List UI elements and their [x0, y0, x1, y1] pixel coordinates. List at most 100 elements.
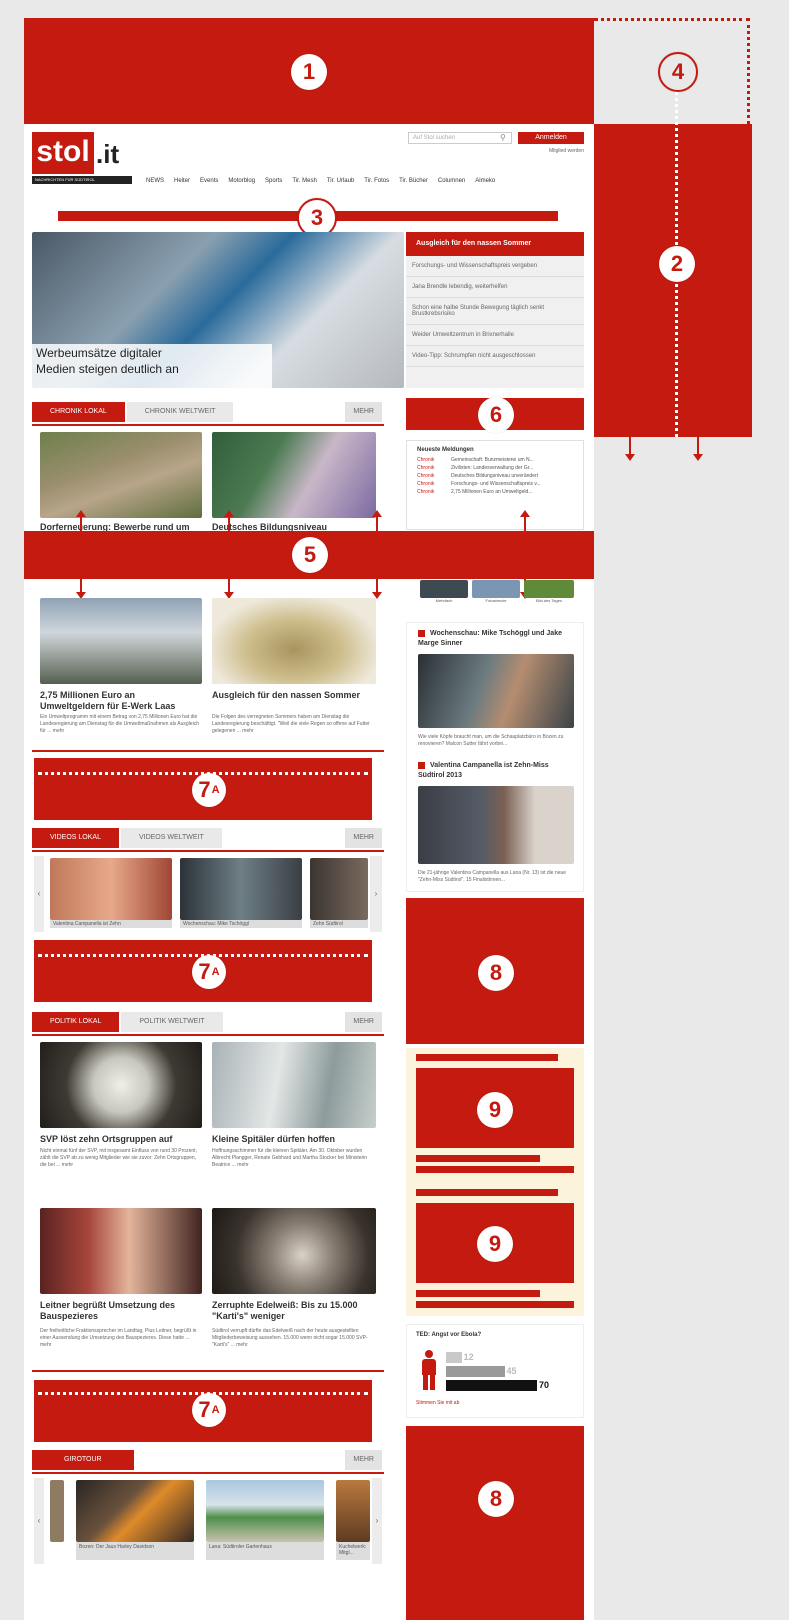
article-image[interactable] [212, 432, 376, 518]
article-image[interactable] [40, 432, 202, 518]
latest-text: Deutsches Bildungsniveau unverändert [451, 473, 538, 479]
video-label[interactable]: Zehn Südtirol [310, 920, 368, 928]
article-image[interactable] [212, 1208, 376, 1294]
article-headline[interactable]: Ausgleich für den nassen Sommer [212, 690, 376, 701]
sidebar-video-thumb[interactable] [418, 786, 574, 864]
nav-item[interactable]: Heiter [174, 178, 190, 184]
tab-videos-lokal[interactable]: VIDEOS LOKAL [32, 828, 119, 848]
giro-label[interactable]: Kuchelwerk: Mitgl... [336, 1542, 370, 1560]
carousel-prev-button[interactable]: ‹ [34, 1478, 44, 1564]
gallery-thumb[interactable] [472, 580, 520, 598]
nav-item[interactable]: Almeko [475, 178, 495, 184]
poll-value: 70 [539, 1380, 550, 1390]
poll-value: 12 [463, 1352, 474, 1362]
sidebar-video-thumb[interactable] [418, 654, 574, 728]
logo-tld: .it [96, 139, 120, 169]
marker-9: 9 [477, 1092, 513, 1128]
article-headline[interactable]: Leitner begrüßt Umsetzung des Bauspezier… [40, 1300, 202, 1322]
latest-row[interactable]: Chronik Gemeinschaft: Bunzmeisterei um N.… [417, 456, 573, 464]
gallery-label: Bild des Tages [536, 598, 562, 603]
hero-side-list: Forschungs- und Wissenschaftspreis verge… [406, 256, 584, 388]
nav-item[interactable]: Motorblog [228, 178, 255, 184]
video-thumb[interactable] [310, 858, 368, 920]
latest-row[interactable]: Chronik 2,75 Millionen Euro an Umweltgeld… [417, 488, 573, 496]
sponsored-bar [416, 1301, 574, 1308]
latest-row[interactable]: Chronik Zivilisten: Landesverwaltung der … [417, 464, 573, 472]
article-image[interactable] [212, 1042, 376, 1128]
hero-caption-line1[interactable]: Werbeumsätze digitaler [36, 346, 162, 360]
sponsored-bar [416, 1155, 540, 1162]
site-logo[interactable]: stol .it NACHRICHTEN FÜR SÜDTIROL [32, 132, 132, 184]
tab-politik-lokal[interactable]: POLITIK LOKAL [32, 1012, 120, 1032]
nav-item[interactable]: Columnen [438, 178, 465, 184]
video-thumb[interactable] [180, 858, 302, 920]
gallery-thumb[interactable] [420, 580, 468, 598]
sponsored-bar [416, 1290, 540, 1297]
video-label[interactable]: Wochenschau: Mike Tschöggl [180, 920, 302, 928]
latest-cat: Chronik [417, 457, 435, 463]
nav-item[interactable]: NEWS [146, 178, 164, 184]
article-headline[interactable]: Zerruphte Edelweiß: Bis zu 15.000 "Karti… [212, 1300, 376, 1322]
article-image[interactable] [40, 1208, 202, 1294]
hero-side-title[interactable]: Ausgleich für den nassen Sommer [406, 232, 584, 256]
giro-label[interactable]: Lana: Südtiroler Gartenhaus [206, 1542, 324, 1560]
login-button[interactable]: Anmelden [518, 132, 584, 144]
chronik-more-button[interactable]: MEHR [345, 402, 382, 422]
marker-7a: 7A [192, 773, 226, 807]
article-headline[interactable]: Kleine Spitäler dürfen hoffen [212, 1134, 376, 1145]
video-thumb[interactable] [50, 858, 172, 920]
giro-label[interactable]: Bozen: Der Jaus Harley Davidson [76, 1542, 194, 1560]
tab-chronik-weltweit[interactable]: CHRONIK WELTWEIT [126, 402, 234, 422]
tab-girotour[interactable]: GIROTOUR [32, 1450, 134, 1470]
expand-line [228, 579, 230, 593]
sidebar-video-title[interactable]: Valentina Campanella ist Zehn-Miss Südti… [418, 761, 576, 781]
latest-news-box: Neueste Meldungen Chronik Gemeinschaft: B… [406, 440, 584, 530]
video-label[interactable]: Valentina Campanella ist Zehn [50, 920, 172, 928]
poll-vote-link[interactable]: Stimmen Sie mit ab [416, 1400, 459, 1406]
expand-line [80, 517, 82, 531]
carousel-next-button[interactable]: › [372, 1478, 382, 1564]
register-link[interactable]: Mitglied werden [540, 148, 584, 154]
nav-item[interactable]: Tir. Mesh [292, 178, 316, 184]
hero-caption-line2[interactable]: Medien steigen deutlich an [36, 362, 179, 376]
latest-row[interactable]: Chronik Deutsches Bildungsniveau unveränd… [417, 472, 573, 480]
videos-more-button[interactable]: MEHR [345, 828, 382, 848]
politik-more-button[interactable]: MEHR [345, 1012, 382, 1032]
nav-item[interactable]: Events [200, 178, 218, 184]
tab-chronik-lokal[interactable]: CHRONIK LOKAL [32, 402, 125, 422]
nav-item[interactable]: Sports [265, 178, 282, 184]
giro-thumb[interactable] [76, 1480, 194, 1542]
tab-videos-weltweit[interactable]: VIDEOS WELTWEIT [120, 828, 222, 848]
section-divider [32, 1370, 384, 1372]
tab-politik-weltweit[interactable]: POLITIK WELTWEIT [121, 1012, 223, 1032]
hero-side-item[interactable]: Forschungs- und Wissenschaftspreis verge… [406, 256, 584, 277]
hero-side-item[interactable]: Video-Tipp: Schrumpfen nicht ausgeschlos… [406, 346, 584, 367]
carousel-prev-button[interactable]: ‹ [34, 856, 44, 932]
hero-side-item[interactable]: Jana Brendle lebendig, weiterhelfen [406, 277, 584, 298]
article-headline[interactable]: 2,75 Millionen Euro an Umweltgeldern für… [40, 690, 202, 712]
giro-thumb[interactable] [50, 1480, 64, 1542]
nav-item[interactable]: Tir. Urlaub [327, 178, 354, 184]
marker-9: 9 [477, 1226, 513, 1262]
search-icon[interactable]: ⚲ [500, 133, 510, 143]
gallery-thumb[interactable] [524, 580, 574, 598]
nav-item[interactable]: Tir. Bücher [399, 178, 428, 184]
hero-side-item[interactable]: Schon eine halbe Stunde Bewegung täglich… [406, 298, 584, 325]
sidebar-video-title[interactable]: Wochenschau: Mike Tschöggl und Jake Marg… [418, 629, 576, 649]
search-input[interactable]: Auf Stol suchen [408, 132, 512, 144]
article-headline[interactable]: SVP löst zehn Ortsgruppen auf [40, 1134, 202, 1145]
giro-thumb[interactable] [336, 1480, 370, 1542]
article-image[interactable] [40, 1042, 202, 1128]
giro-more-button[interactable]: MEHR [345, 1450, 382, 1470]
giro-thumb[interactable] [206, 1480, 324, 1542]
expand-arrow [224, 510, 234, 517]
hero-side-item[interactable]: Weider Umweltzentrum in Brixnerhalle [406, 325, 584, 346]
sponsored-bar [416, 1189, 558, 1196]
article-image[interactable] [212, 598, 376, 684]
carousel-next-button[interactable]: › [370, 856, 382, 932]
article-image[interactable] [40, 598, 202, 684]
marker-7a: 7A [192, 955, 226, 989]
latest-cat: Chronik [417, 473, 435, 479]
nav-item[interactable]: Tir. Fotos [364, 178, 389, 184]
latest-row[interactable]: Chronik Forschungs- und Wissenschaftsprei… [417, 480, 573, 488]
